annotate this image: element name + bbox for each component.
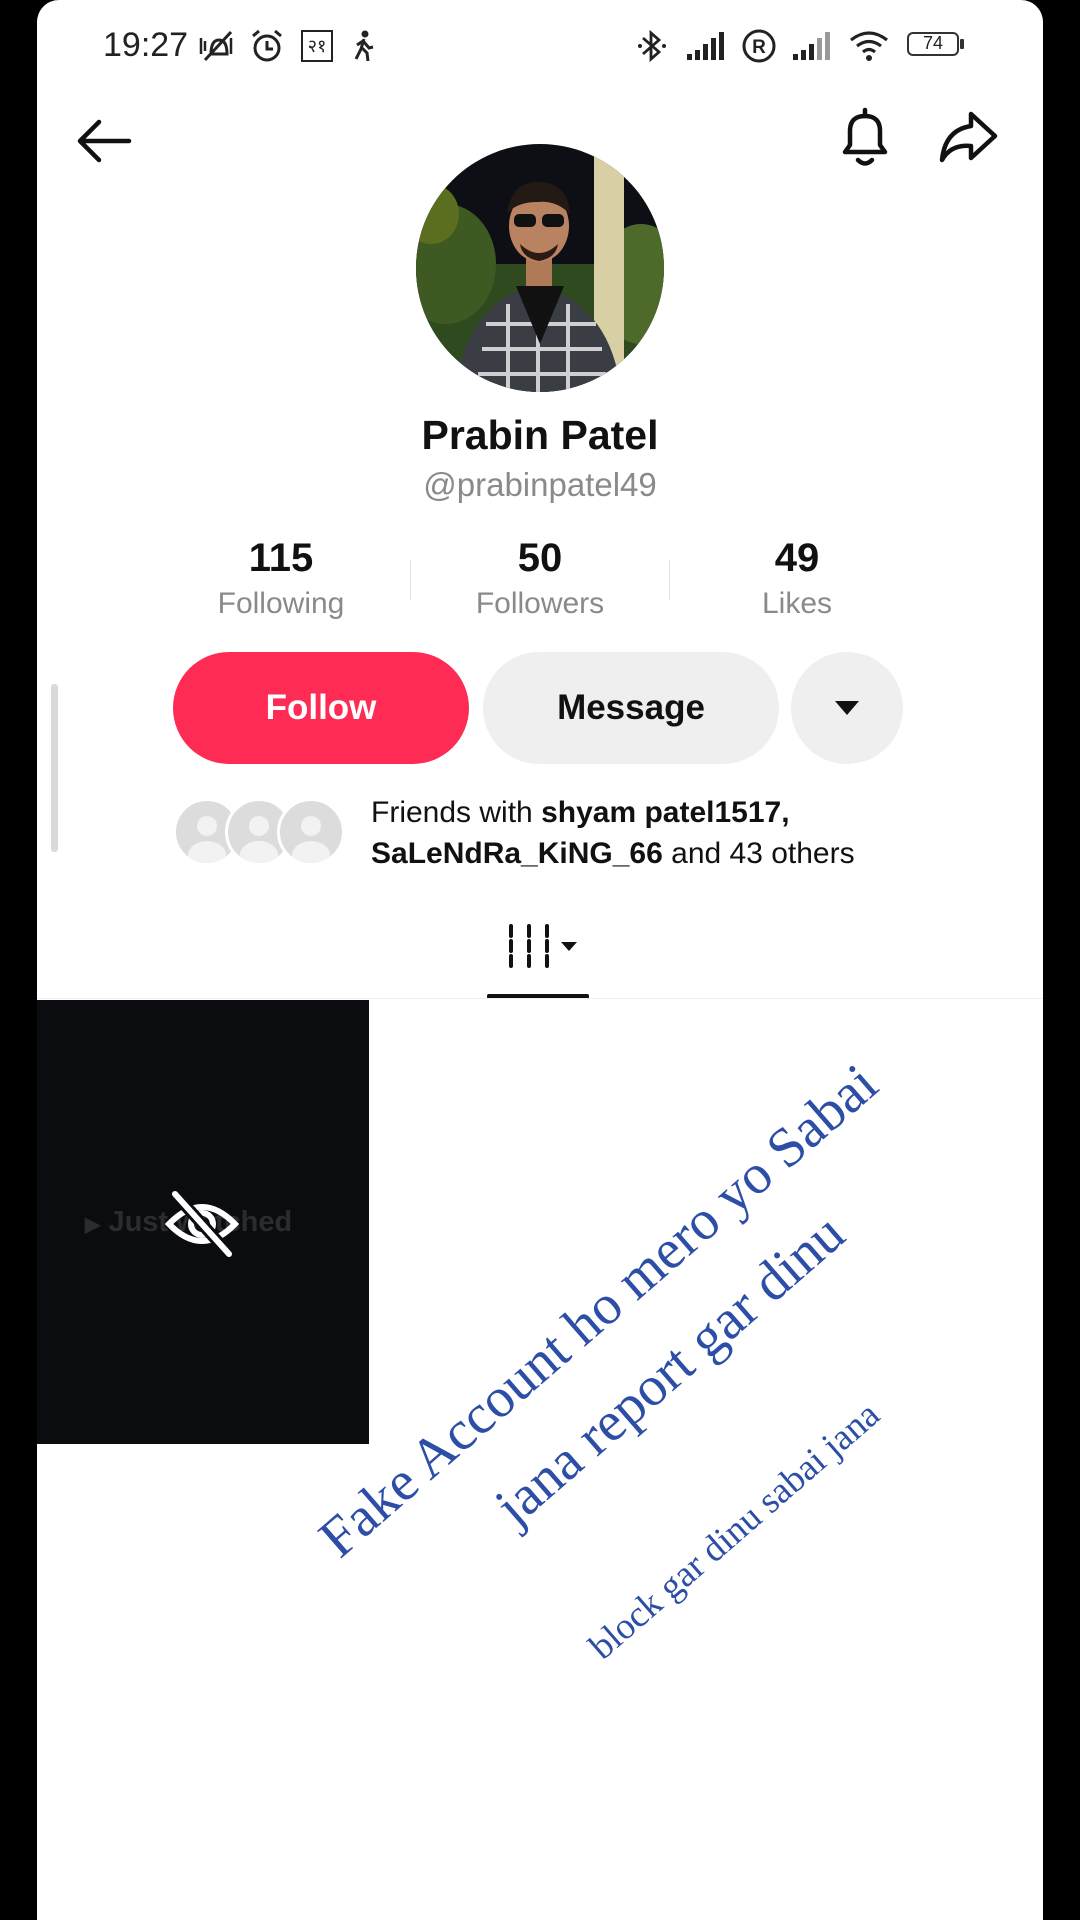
profile-display-name: Prabin Patel [421,412,659,458]
svg-text:R: R [752,37,766,58]
mutual-friends-text[interactable]: Friends with shyam patel1517, SaLeNdRa_Ki… [371,792,1011,874]
stat-value: 49 [774,536,820,580]
stat-label: Likes [761,587,833,620]
region-badge: २१ [301,30,333,62]
stat-value: 115 [248,536,314,580]
share-icon[interactable] [937,108,999,166]
stat-following[interactable]: 115 Following [181,536,381,621]
more-options-button[interactable] [791,652,903,764]
stat-followers[interactable]: 50 Followers [440,536,640,621]
alarm-icon [252,29,282,62]
profile-username: @prabinpatel49 [423,466,657,503]
scroll-indicator [51,684,58,852]
signal-icon [687,32,724,60]
grid-icon[interactable] [507,922,581,970]
video-thumbnail[interactable]: ▶ Just watched [37,1000,369,1444]
friends-prefix: Friends with [371,796,542,829]
stat-label: Following [217,587,345,620]
signal-icon [793,32,830,60]
walking-icon [354,30,374,62]
caret-down-icon [835,701,859,715]
roaming-icon: R [742,29,776,63]
profile-avatar[interactable] [416,144,664,392]
profile-screen: 19:27 २१ R 74 Prabin Patel @prabinpatel4… [37,0,1043,1920]
friends-suffix: and 43 others [662,837,855,870]
friend-name: SaLeNdRa_KiNG_66 [371,837,663,870]
stat-label: Followers [475,587,605,620]
battery-level: 74 [922,33,944,53]
stat-likes[interactable]: 49 Likes [697,536,897,621]
stat-divider [669,560,670,600]
bell-icon[interactable] [837,106,893,170]
tab-divider [37,998,1043,999]
status-time: 19:27 [103,26,189,64]
battery-tip [960,39,964,49]
stat-divider [410,560,411,600]
eye-off-icon [164,1189,240,1259]
status-bar: 19:27 २१ R 74 [37,22,1043,72]
battery-icon: 74 [907,32,959,56]
message-button[interactable]: Message [483,652,779,764]
wifi-icon [850,31,888,61]
mutual-friends-avatars[interactable] [173,798,353,866]
bluetooth-icon [638,29,666,63]
follow-button[interactable]: Follow [173,652,469,764]
friend-separator: , [781,796,790,829]
stat-value: 50 [517,536,563,580]
avatar [277,798,345,866]
arrow-left-icon[interactable] [73,116,135,166]
mute-vibrate-icon [199,30,233,62]
friend-name: shyam patel1517 [541,796,782,829]
